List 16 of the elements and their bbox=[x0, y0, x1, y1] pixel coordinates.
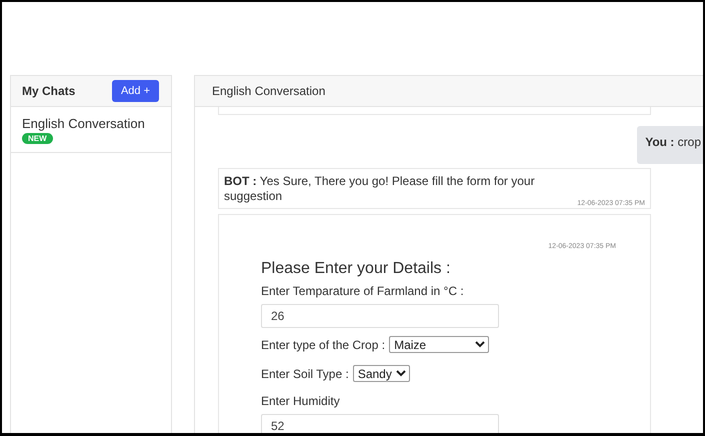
new-badge: NEW bbox=[22, 133, 53, 144]
bot-message: BOT : Yes Sure, There you go! Please fill the form for your suggestion bbox=[224, 174, 536, 204]
user-message: You : crop bbox=[637, 126, 703, 164]
chat-name: English Conversation bbox=[22, 116, 145, 131]
select-field[interactable]: Sandy bbox=[352, 365, 410, 382]
field-label: Enter type of the Crop : bbox=[261, 338, 386, 352]
input-field[interactable]: 26 bbox=[261, 304, 499, 328]
select-field[interactable]: Maize bbox=[389, 336, 490, 353]
field-label: Enter Humidity bbox=[261, 394, 340, 408]
add-button[interactable]: Add + bbox=[112, 80, 159, 102]
input-field[interactable]: 52 bbox=[261, 414, 499, 433]
chat-title: English Conversation bbox=[212, 84, 326, 98]
field-label: Enter Temparature of Farmland in °C : bbox=[261, 284, 464, 298]
field-label: Enter Soil Type : bbox=[261, 366, 349, 380]
form-title: Please Enter your Details : bbox=[261, 260, 450, 278]
sidebar-title: My Chats bbox=[22, 84, 76, 98]
